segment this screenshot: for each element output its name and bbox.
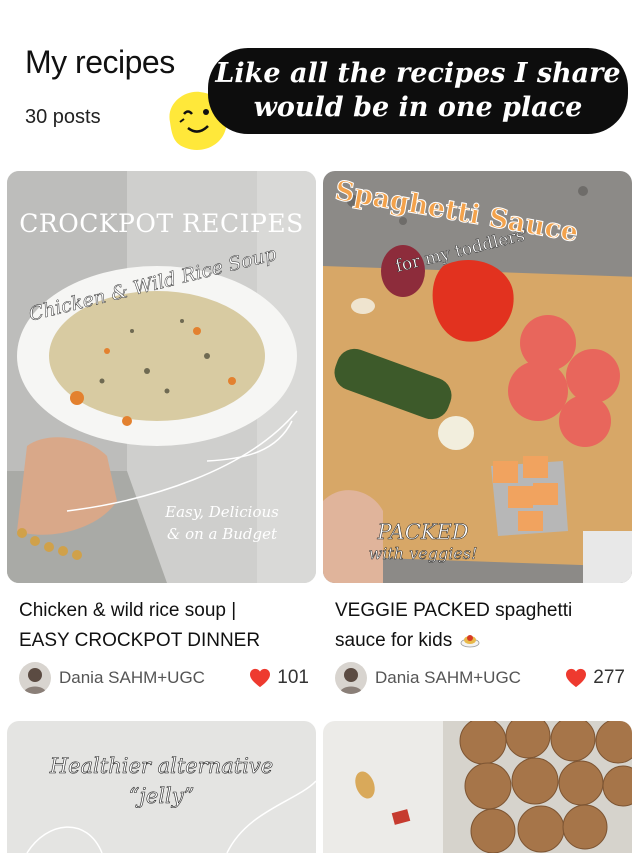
image-tag-line-1: PACKED xyxy=(377,520,469,544)
avatar[interactable] xyxy=(19,662,51,694)
image-title: CROCKPOT RECIPES xyxy=(19,209,304,238)
page-title: My recipes xyxy=(25,44,175,80)
like-button[interactable]: 101 xyxy=(249,667,309,689)
recipe-title-line-2: EASY CROCKPOT DINNER xyxy=(19,630,261,651)
card-meta: Dania SAHM+UGC 101 xyxy=(19,661,309,695)
overlay-banner: Like all the recipes I share would be in… xyxy=(208,48,628,134)
spaghetti-emoji-icon xyxy=(460,635,479,648)
card-meta: Dania SAHM+UGC 277 xyxy=(335,661,625,695)
image-tag-line-1: Easy, Delicious xyxy=(165,503,279,521)
image-tag-line-2: & on a Budget xyxy=(166,525,278,543)
like-count: 101 xyxy=(277,667,309,688)
heart-icon xyxy=(250,668,271,688)
image-tagline: Easy, Delicious & on a Budget xyxy=(147,501,297,545)
recipe-title-line-2-text: sauce for kids xyxy=(335,630,453,651)
banner-line-2: would be in one place xyxy=(253,92,583,123)
posts-count: 30 posts xyxy=(25,106,101,128)
profile-header: My recipes 30 posts Like all the recipes… xyxy=(0,0,640,165)
like-count: 277 xyxy=(593,667,625,688)
avatar[interactable] xyxy=(335,662,367,694)
recipe-title-line-1: Chicken & wild rice soup | xyxy=(19,600,237,621)
image-title-line-2: “jelly” xyxy=(128,784,195,809)
recipe-title[interactable]: VEGGIE PACKED spaghetti sauce for kids xyxy=(335,596,625,656)
like-button[interactable]: 277 xyxy=(565,667,625,689)
image-tag-line-2: with veggies! xyxy=(368,544,478,564)
author-name[interactable]: Dania SAHM+UGC xyxy=(375,668,565,688)
recipe-thumbnail[interactable] xyxy=(323,721,632,853)
heart-icon xyxy=(566,668,587,688)
banner-line-1: Like all the recipes I share xyxy=(215,58,621,89)
recipe-title-line-1: VEGGIE PACKED spaghetti xyxy=(335,600,573,621)
image-title: Healthier alternative “jelly” xyxy=(7,751,316,811)
recipe-title[interactable]: Chicken & wild rice soup | EASY CROCKPOT… xyxy=(19,596,309,656)
recipe-title-line-2: sauce for kids xyxy=(335,626,625,656)
image-title-line-1: Healthier alternative xyxy=(49,754,274,779)
author-name[interactable]: Dania SAHM+UGC xyxy=(59,668,249,688)
image-tagline: PACKED with veggies! xyxy=(353,521,493,565)
